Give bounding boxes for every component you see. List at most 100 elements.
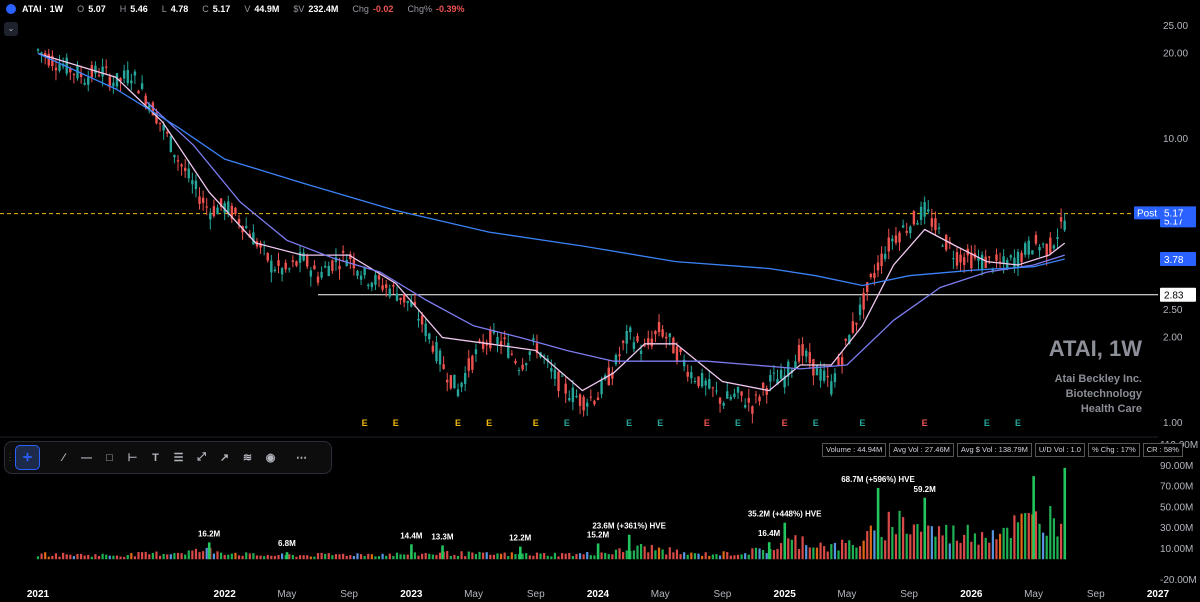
candle-body <box>880 253 883 267</box>
candle-body <box>675 346 679 362</box>
volume-bar <box>801 536 804 560</box>
candle-body <box>855 322 858 325</box>
candle-body <box>331 260 334 271</box>
volume-bar <box>959 542 962 560</box>
volume-bar <box>909 534 912 560</box>
volume-bar <box>108 555 111 560</box>
candle-body <box>453 374 456 389</box>
candle-body <box>980 254 984 270</box>
moving-average-line <box>37 52 1066 392</box>
candle-body <box>36 49 40 51</box>
price-chart[interactable]: 25.00 20.00 10.00 2.50 2.00 1.00 2021 2022 May Se… <box>0 0 1200 602</box>
candle-body <box>205 206 208 208</box>
volume-bar <box>855 547 858 560</box>
earnings-marker: E <box>984 418 990 428</box>
volume-bar <box>754 547 758 560</box>
horizontal-line-icon[interactable]: — <box>75 446 98 469</box>
brush-icon[interactable]: ≋ <box>236 446 259 469</box>
candle-body <box>686 371 689 377</box>
volume-bar <box>514 554 517 560</box>
volume-bar <box>736 554 740 560</box>
candle-body <box>266 253 269 261</box>
volume-bar <box>772 550 775 560</box>
volume-bar <box>141 552 144 560</box>
candle-body <box>550 368 553 372</box>
volume-bar <box>744 553 747 560</box>
volume-bar <box>266 554 269 560</box>
candle-body <box>327 266 330 277</box>
arrow-line-icon[interactable]: ⤢ <box>190 446 213 469</box>
volume-spike-label: 23.6M (+361%) HVE <box>592 522 666 531</box>
volume-bar <box>693 553 697 560</box>
trend-line-icon[interactable]: ∕ <box>52 446 75 469</box>
fib-icon[interactable]: ☰ <box>167 446 190 469</box>
drag-handle-icon[interactable]: ⋮ <box>5 452 15 463</box>
arrow-icon[interactable]: ↗ <box>213 446 236 469</box>
palette-icon[interactable]: ◉ <box>259 446 282 469</box>
candle-body <box>359 275 363 280</box>
candle-body <box>532 338 535 341</box>
volume-bar <box>180 553 183 560</box>
volume-bar <box>578 553 582 560</box>
ray-icon[interactable]: ⊢ <box>121 446 144 469</box>
crosshair-icon[interactable]: ✛ <box>15 445 40 470</box>
volume-bar <box>1020 513 1023 560</box>
volume-bar <box>316 553 320 560</box>
volume-bar <box>1052 518 1055 560</box>
volume-bar <box>223 554 226 560</box>
time-axis-tick: May <box>277 589 296 600</box>
candle-body <box>625 330 628 344</box>
volume-bar <box>105 554 108 560</box>
time-axis-tick: 2025 <box>774 589 797 600</box>
earnings-marker: E <box>393 418 399 428</box>
candle-body <box>101 66 104 77</box>
candle-body <box>668 333 671 338</box>
volume-bar <box>636 545 639 560</box>
candle-body <box>873 272 876 278</box>
volume-spike-bar <box>410 544 413 560</box>
earnings-marker: E <box>1015 418 1021 428</box>
candle-body <box>955 252 959 266</box>
candle-body <box>446 379 449 383</box>
volume-bar <box>245 552 248 560</box>
candle-body <box>363 267 366 276</box>
volume-bar <box>884 540 887 560</box>
collapse-header-button[interactable]: ⌄ <box>4 22 18 36</box>
volume-bar <box>277 555 280 560</box>
more-icon[interactable]: ⋯ <box>290 446 313 469</box>
time-axis-tick: Sep <box>527 589 545 600</box>
volume-spike-bar <box>923 497 927 560</box>
volume-bar <box>930 526 933 560</box>
volume-bar <box>593 555 596 560</box>
volume-bar <box>643 546 646 560</box>
text-icon[interactable]: T <box>144 446 167 469</box>
volume-bar <box>898 510 901 560</box>
candle-body <box>733 393 736 398</box>
volume-bar <box>230 553 233 560</box>
earnings-marker: E <box>486 418 492 428</box>
volume-bar <box>751 548 754 560</box>
volume-bar <box>937 526 941 560</box>
candle-body <box>510 353 514 355</box>
volume-bar <box>62 552 65 560</box>
volume-bar <box>679 554 682 560</box>
earnings-marker: E <box>813 418 819 428</box>
candle-body <box>187 168 190 179</box>
symbol-name[interactable]: ATAI · 1W <box>22 4 63 14</box>
volume-bar <box>237 555 241 560</box>
volume-bar <box>718 555 722 560</box>
candle-body <box>277 260 280 266</box>
volume-spike-bar <box>519 546 522 560</box>
candle-body <box>718 397 722 404</box>
rectangle-icon[interactable]: □ <box>98 446 121 469</box>
candle-body <box>697 376 700 387</box>
candle-body <box>467 358 470 371</box>
volume-axis-tick: 10.00M <box>1160 544 1193 555</box>
volume-bar <box>902 517 905 560</box>
volume-bar <box>740 554 743 560</box>
volume-bar <box>823 546 826 560</box>
volume-bar <box>54 553 58 560</box>
volume-bar <box>668 547 671 560</box>
candle-body <box>927 209 930 212</box>
candle-body <box>295 261 298 266</box>
